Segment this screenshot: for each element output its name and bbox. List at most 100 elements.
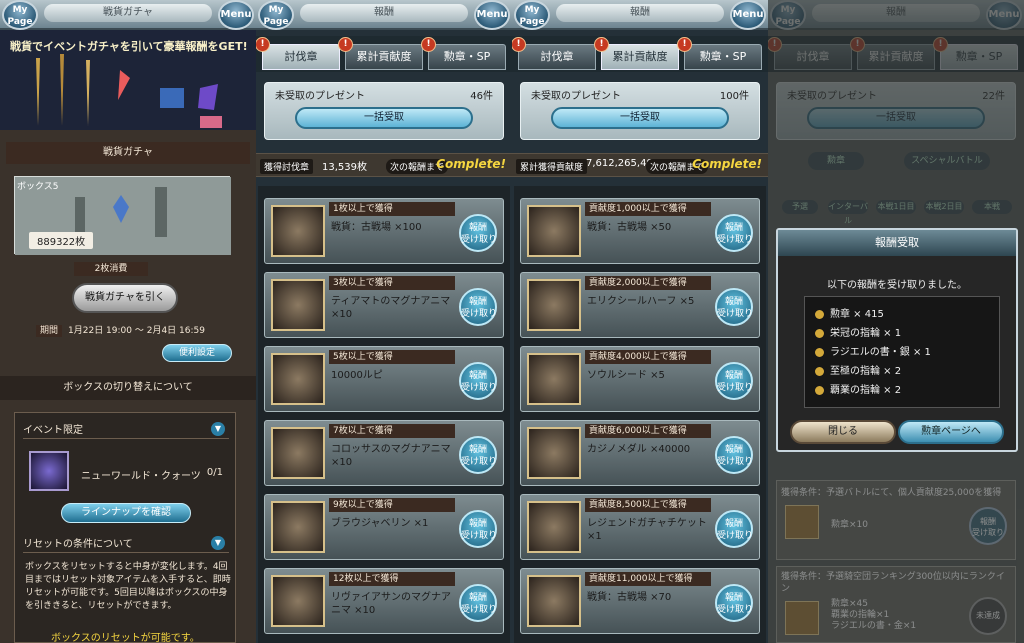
period-label: 期間 xyxy=(36,325,63,337)
box-number: ボックス5 xyxy=(17,182,59,192)
reward-name: ブラウジャベリン ×1 xyxy=(331,518,429,529)
complete-label: Complete! xyxy=(436,157,506,171)
claim-button[interactable]: 報酬 受け取り xyxy=(459,510,497,548)
tab-label: 討伐章 xyxy=(540,50,574,63)
tab-tokens[interactable]: ! 討伐章 xyxy=(512,37,596,70)
period: 期間 1月22日 19:00 〜 2月4日 16:59 xyxy=(36,323,246,337)
tab-contribution[interactable]: ! 累計貢献度 xyxy=(594,37,679,70)
mypage-button[interactable]: My Page xyxy=(258,0,294,30)
reward-condition: 貢献度4,000以上で獲得 xyxy=(585,350,711,364)
reset-available: ボックスのリセットが可能です。 xyxy=(51,633,200,643)
present-label: 未受取のプレゼント xyxy=(531,91,621,102)
reset-condition-header[interactable]: リセットの条件について ▼ xyxy=(23,535,229,553)
chevron-down-icon[interactable]: ▼ xyxy=(211,422,225,436)
chevron-down-icon[interactable]: ▼ xyxy=(211,536,225,550)
reward-received-dialog: 報酬受取 以下の報酬を受け取りました。 勲章 × 415 栄冠の指輪 × 1 ラ… xyxy=(776,228,1018,452)
alert-icon: ! xyxy=(594,37,609,52)
menu-button[interactable]: Menu xyxy=(218,0,254,30)
page-title: 報酬 xyxy=(300,4,468,22)
go-to-medal-page-button[interactable]: 勲章ページへ xyxy=(898,420,1004,444)
item-label: 勲章 × 415 xyxy=(830,309,884,320)
mypage-button[interactable]: My Page xyxy=(514,0,550,30)
present-count: 46件 xyxy=(470,91,493,102)
tab-label: 累計貢献度 xyxy=(356,50,412,63)
item-label: 至極の指輪 × 2 xyxy=(830,366,902,377)
list-item: ラジエルの書・銀 × 1 xyxy=(815,343,989,362)
box-card: ボックス5 889322枚 xyxy=(14,176,231,255)
stat-bar: 累計獲得貢献度 7,612,265,402 次の報酬まで Complete! xyxy=(512,153,768,177)
stat-bar: 獲得討伐章 13,539枚 次の報酬まで Complete! xyxy=(256,153,512,177)
reward-name: 戦貨：古戦場 ×50 xyxy=(587,222,672,233)
item-icon xyxy=(271,501,325,553)
medal-icon xyxy=(815,309,824,319)
item-icon xyxy=(527,205,581,257)
claim-button[interactable]: 報酬 受け取り xyxy=(715,288,753,326)
claim-button[interactable]: 報酬 受け取り xyxy=(459,214,497,252)
claim-button[interactable]: 報酬 受け取り xyxy=(715,214,753,252)
item-icon xyxy=(271,279,325,331)
gacha-panel: My Page 戦貨ガチャ Menu 戦貨でイベントガチャを引いて豪華報酬をGE… xyxy=(0,0,256,643)
box-switch-header: ボックスの切り替えについて xyxy=(0,376,256,400)
reward-name: ティアマトのマグナアニマ ×10 xyxy=(331,296,451,320)
lineup-button[interactable]: ラインナップを確認 xyxy=(61,503,191,523)
menu-button[interactable]: Menu xyxy=(730,0,766,30)
item-icon xyxy=(271,575,325,627)
ring-icon xyxy=(815,366,824,376)
tab-label: 累計貢献度 xyxy=(612,50,668,63)
reset-condition-label: リセットの条件について xyxy=(23,539,133,550)
reward-row: 7枚以上で獲得 コロッサスのマグナアニマ ×10 報酬 受け取り xyxy=(264,420,504,486)
reward-name: リヴァイアサンのマグナアニマ ×10 xyxy=(331,592,451,616)
bulk-receive-button[interactable]: 一括受取 xyxy=(551,107,729,129)
tab-medals[interactable]: ! 勲章・SP xyxy=(421,37,506,70)
reset-text: ボックスをリセットすると中身が変化します。4回目まではリセット対象アイテムを入手… xyxy=(25,562,231,611)
event-box: イベント限定 ▼ ニューワールド・クォーツ 0/1 ラインナップを確認 リセットの… xyxy=(14,412,236,643)
present-box: 未受取のプレゼント 100件 一括受取 xyxy=(520,82,760,140)
reward-name: 戦貨：古戦場 ×100 xyxy=(331,222,422,233)
item-icon xyxy=(527,575,581,627)
close-button[interactable]: 閉じる xyxy=(790,420,896,444)
item-label: 覇業の指輪 × 2 xyxy=(830,385,902,396)
stat-value: 13,539枚 xyxy=(322,162,367,173)
menu-button[interactable]: Menu xyxy=(474,0,510,30)
tab-tokens[interactable]: ! 討伐章 xyxy=(256,37,340,70)
present-box: 未受取のプレゼント 46件 一括受取 xyxy=(264,82,504,140)
reward-condition: 12枚以上で獲得 xyxy=(329,572,455,586)
present-count: 100件 xyxy=(719,91,749,102)
top-bar: My Page 報酬 Menu xyxy=(512,0,768,30)
period-value: 1月22日 19:00 〜 2月4日 16:59 xyxy=(68,326,205,336)
claim-button[interactable]: 報酬 受け取り xyxy=(459,436,497,474)
reward-row: 3枚以上で獲得 ティアマトのマグナアニマ ×10 報酬 受け取り xyxy=(264,272,504,338)
reward-row: 貢献度1,000以上で獲得 戦貨：古戦場 ×50 報酬 受け取り xyxy=(520,198,760,264)
page-title: 戦貨ガチャ xyxy=(44,4,212,22)
reward-name: レジェンドガチャチケット ×1 xyxy=(587,518,707,542)
claim-button[interactable]: 報酬 受け取り xyxy=(459,288,497,326)
item-icon xyxy=(271,427,325,479)
tab-contribution[interactable]: ! 累計貢献度 xyxy=(338,37,423,70)
claim-button[interactable]: 報酬 受け取り xyxy=(715,510,753,548)
alert-icon: ! xyxy=(512,37,526,52)
alert-icon: ! xyxy=(677,37,692,52)
event-limited-header[interactable]: イベント限定 ▼ xyxy=(23,421,229,439)
tab-medals[interactable]: ! 勲章・SP xyxy=(677,37,762,70)
item-icon xyxy=(527,353,581,405)
claim-button[interactable]: 報酬 受け取り xyxy=(715,584,753,622)
reward-row: 12枚以上で獲得リヴァイアサンのマグナアニマ ×10 報酬 受け取り xyxy=(264,568,504,634)
item-label: 栄冠の指輪 × 1 xyxy=(830,328,902,339)
list-item: 覇業の指輪 × 2 xyxy=(815,381,989,400)
claim-button[interactable]: 報酬 受け取り xyxy=(715,362,753,400)
mypage-button[interactable]: My Page xyxy=(2,0,38,30)
reward-tabs: ! 討伐章 ! 累計貢献度 ! 勲章・SP xyxy=(512,36,768,72)
reward-condition: 貢献度8,500以上で獲得 xyxy=(585,498,711,512)
claim-button[interactable]: 報酬 受け取り xyxy=(459,584,497,622)
draw-gacha-button[interactable]: 戦貨ガチャを引く xyxy=(72,283,178,313)
claim-button[interactable]: 報酬 受け取り xyxy=(459,362,497,400)
bulk-receive-button[interactable]: 一括受取 xyxy=(295,107,473,129)
cost-label: 2枚消費 xyxy=(74,262,148,276)
reward-condition: 1枚以上で獲得 xyxy=(329,202,455,216)
reward-panel-medals: My Page 報酬 Menu ! 討伐章 ! 累計貢献度 ! 勲章・SP 未受取のプ… xyxy=(768,0,1024,643)
reward-row: 貢献度11,000以上で獲得 戦貨：古戦場 ×70 報酬 受け取り xyxy=(520,568,760,634)
claim-button[interactable]: 報酬 受け取り xyxy=(715,436,753,474)
settings-button[interactable]: 便利設定 xyxy=(162,344,232,362)
banner-text: 戦貨でイベントガチャを引いて豪華報酬をGET! xyxy=(10,40,248,53)
reward-panel-tokens: My Page 報酬 Menu ! 討伐章 ! 累計貢献度 ! 勲章・SP 未受取のプ… xyxy=(256,0,512,643)
